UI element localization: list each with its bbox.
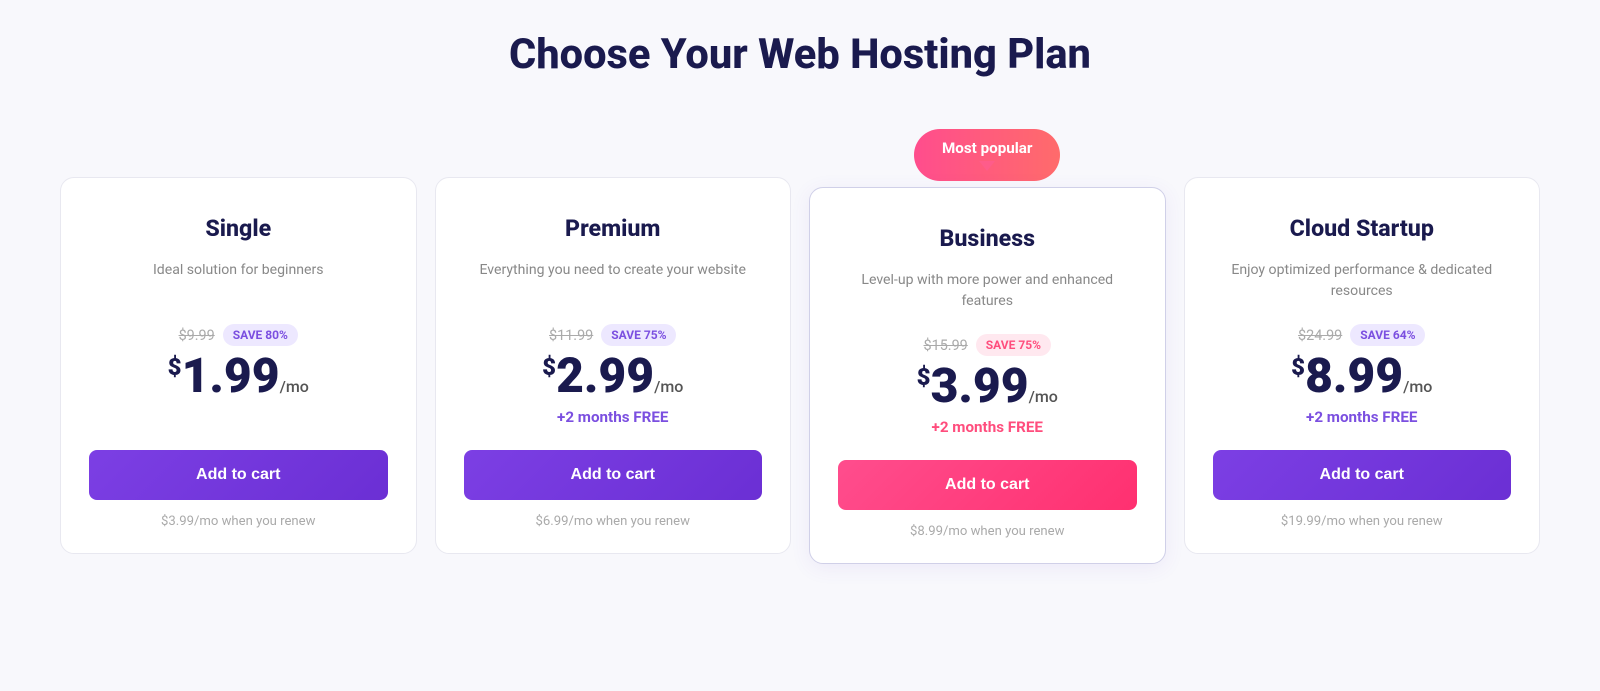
dollar-single: $ [168,353,182,381]
plan-name-premium: Premium [565,214,660,242]
original-price-business: $15.99 [924,337,968,354]
per-mo-premium: /mo [654,377,683,396]
price-row-business: $15.99 SAVE 75% [924,334,1051,356]
plan-column-single: Single Ideal solution for beginners $9.9… [60,129,417,554]
plan-desc-business: Level-up with more power and enhanced fe… [838,270,1137,314]
save-badge-cloud-startup: SAVE 64% [1350,324,1425,346]
free-months-premium: +2 months FREE [557,408,668,430]
plan-name-cloud-startup: Cloud Startup [1290,214,1434,242]
page-title: Choose Your Web Hosting Plan [509,30,1091,79]
plan-card-cloud-startup: Cloud Startup Enjoy optimized performanc… [1184,177,1541,554]
dollar-premium: $ [542,353,556,381]
plans-grid: Single Ideal solution for beginners $9.9… [60,129,1540,564]
plan-desc-single: Ideal solution for beginners [153,260,324,304]
price-row-cloud-startup: $24.99 SAVE 64% [1298,324,1425,346]
add-to-cart-btn-premium[interactable]: Add to cart [464,450,763,500]
original-price-premium: $11.99 [549,327,593,344]
plan-desc-cloud-startup: Enjoy optimized performance & dedicated … [1213,260,1512,304]
save-badge-single: SAVE 80% [223,324,298,346]
price-row-single: $9.99 SAVE 80% [179,324,298,346]
price-display-business: $3.99/mo [917,362,1058,414]
per-mo-business: /mo [1029,387,1058,406]
original-price-single: $9.99 [179,327,215,344]
plan-name-single: Single [205,214,271,242]
per-mo-cloud-startup: /mo [1403,377,1432,396]
add-to-cart-btn-single[interactable]: Add to cart [89,450,388,500]
renew-price-cloud-startup: $19.99/mo when you renew [1281,514,1443,529]
plan-column-premium: Premium Everything you need to create yo… [435,129,792,554]
most-popular-badge: Most popular [914,129,1060,181]
plan-column-business: Most popular Business Level-up with more… [809,129,1166,564]
renew-price-business: $8.99/mo when you renew [910,524,1064,539]
current-price-single: $1.99/mo [168,352,309,400]
price-display-single: $1.99/mo [168,352,309,404]
plan-card-business: Business Level-up with more power and en… [809,187,1166,564]
save-badge-business: SAVE 75% [976,334,1051,356]
renew-price-premium: $6.99/mo when you renew [536,514,690,529]
save-badge-premium: SAVE 75% [601,324,676,346]
plan-column-cloud-startup: Cloud Startup Enjoy optimized performanc… [1184,129,1541,554]
plan-name-business: Business [939,224,1035,252]
dollar-business: $ [917,363,931,391]
price-display-premium: $2.99/mo [542,352,683,404]
free-months-cloud-startup: +2 months FREE [1306,408,1417,430]
original-price-cloud-startup: $24.99 [1298,327,1342,344]
plan-desc-premium: Everything you need to create your websi… [479,260,746,304]
current-price-cloud-startup: $8.99/mo [1291,352,1432,400]
current-price-business: $3.99/mo [917,362,1058,410]
free-months-business: +2 months FREE [932,418,1043,440]
renew-price-single: $3.99/mo when you renew [161,514,315,529]
add-to-cart-btn-cloud-startup[interactable]: Add to cart [1213,450,1512,500]
price-row-premium: $11.99 SAVE 75% [549,324,676,346]
plan-card-premium: Premium Everything you need to create yo… [435,177,792,554]
per-mo-single: /mo [280,377,309,396]
plan-card-single: Single Ideal solution for beginners $9.9… [60,177,417,554]
price-display-cloud-startup: $8.99/mo [1291,352,1432,404]
add-to-cart-btn-business[interactable]: Add to cart [838,460,1137,510]
dollar-cloud-startup: $ [1291,353,1305,381]
current-price-premium: $2.99/mo [542,352,683,400]
